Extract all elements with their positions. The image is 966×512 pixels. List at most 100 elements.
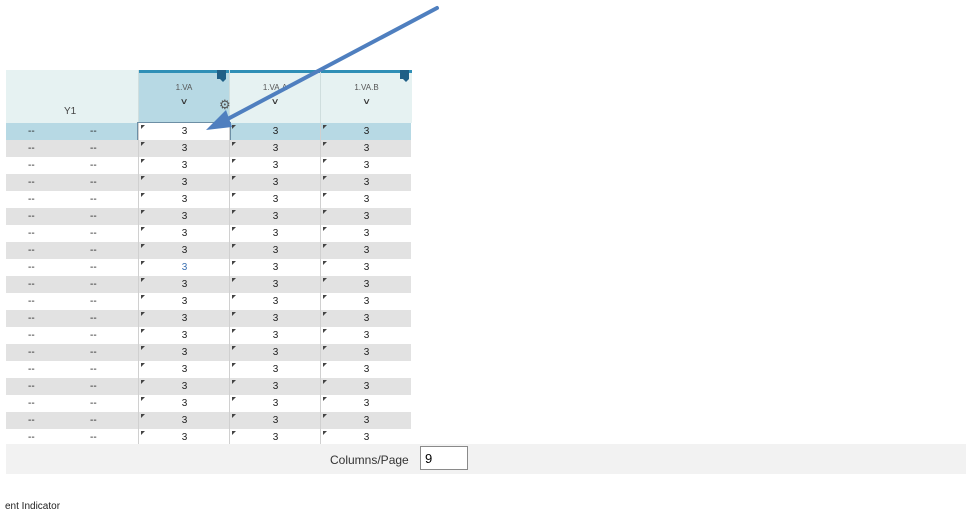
cell-corner-icon bbox=[232, 142, 236, 146]
grid-cell[interactable]: 3 bbox=[138, 225, 230, 242]
grid-cell[interactable]: 3 bbox=[138, 276, 230, 293]
table-row: -- -- 3 3 3 bbox=[6, 140, 411, 157]
grid-cell[interactable]: 3 bbox=[138, 344, 230, 361]
cell-corner-icon bbox=[141, 176, 145, 180]
cell-value: 3 bbox=[181, 381, 188, 392]
grid-cell[interactable]: 3 bbox=[320, 293, 412, 310]
row-dim-2: -- bbox=[90, 330, 97, 341]
grid-cell[interactable]: 3 bbox=[138, 191, 230, 208]
grid-cell[interactable]: 3 bbox=[320, 378, 412, 395]
grid-cell[interactable]: 3 bbox=[229, 395, 321, 412]
grid-cell[interactable]: 3 bbox=[229, 225, 321, 242]
cell-corner-icon bbox=[141, 193, 145, 197]
cell-corner-icon bbox=[232, 329, 236, 333]
grid-cell[interactable]: 3 bbox=[229, 310, 321, 327]
grid-cell[interactable]: 3 bbox=[320, 259, 412, 276]
cell-corner-icon bbox=[232, 397, 236, 401]
chevron-down-icon[interactable]: ∨ bbox=[139, 96, 229, 106]
grid-cell[interactable]: 3 bbox=[229, 174, 321, 191]
cell-corner-icon bbox=[141, 380, 145, 384]
flag-icon[interactable] bbox=[217, 70, 226, 82]
grid-cell[interactable]: 3 bbox=[138, 327, 230, 344]
table-row: -- -- 3 3 3 bbox=[6, 208, 411, 225]
row-dim-2: -- bbox=[90, 177, 97, 188]
grid-cell[interactable]: 3 bbox=[320, 276, 412, 293]
grid-cell[interactable]: 3 bbox=[229, 378, 321, 395]
cell-value: 3 bbox=[181, 262, 188, 273]
grid-cell[interactable]: 3 bbox=[320, 310, 412, 327]
flag-icon[interactable] bbox=[400, 70, 409, 82]
row-dim-2: -- bbox=[90, 415, 97, 426]
grid-cell[interactable]: 3 bbox=[138, 412, 230, 429]
grid-cell[interactable]: 3 bbox=[320, 242, 412, 259]
grid-cell[interactable]: 3 bbox=[138, 174, 230, 191]
cell-value: 3 bbox=[181, 364, 188, 375]
grid-cell[interactable]: 3 bbox=[229, 361, 321, 378]
grid-cell[interactable]: 3 bbox=[138, 208, 230, 225]
grid-cell[interactable]: 3 bbox=[138, 157, 230, 174]
cell-corner-icon bbox=[323, 346, 327, 350]
grid-cell[interactable]: 3 bbox=[229, 276, 321, 293]
grid-cell[interactable]: 3 bbox=[229, 208, 321, 225]
column-header-1-va-b[interactable]: 1.VA.B ∨ bbox=[320, 70, 412, 123]
cell-value: 3 bbox=[181, 347, 188, 358]
grid-cell[interactable]: 3 bbox=[320, 174, 412, 191]
grid-cell[interactable]: 3 bbox=[320, 225, 412, 242]
grid-cell[interactable]: 3 bbox=[229, 140, 321, 157]
grid-cell[interactable]: 3 bbox=[229, 259, 321, 276]
grid-cell[interactable]: 3 bbox=[229, 157, 321, 174]
grid-cell[interactable]: 3 bbox=[229, 242, 321, 259]
table-row: -- -- 3 3 3 bbox=[6, 395, 411, 412]
column-header-1-va-a[interactable]: 1.VA.A ∨ bbox=[229, 70, 320, 123]
grid-cell[interactable]: 3 bbox=[138, 259, 230, 276]
table-row: -- -- 3 3 3 bbox=[6, 361, 411, 378]
grid-cell[interactable]: 3 bbox=[320, 412, 412, 429]
grid-cell[interactable]: 3 bbox=[138, 242, 230, 259]
grid-cell[interactable]: 3 bbox=[229, 344, 321, 361]
row-dim-1: -- bbox=[28, 415, 35, 426]
grid-cell[interactable]: 3 bbox=[320, 140, 412, 157]
grid-cell[interactable]: 3 bbox=[229, 327, 321, 344]
grid-cell[interactable]: 3 bbox=[229, 412, 321, 429]
grid-cell[interactable]: 3 bbox=[320, 191, 412, 208]
grid-cell[interactable]: 3 bbox=[138, 395, 230, 412]
column-name: 1.VA bbox=[175, 83, 193, 92]
grid-cell[interactable]: 3 bbox=[229, 123, 321, 140]
cell-value: 3 bbox=[272, 211, 279, 222]
grid-cell[interactable]: 3 bbox=[229, 191, 321, 208]
grid-cell[interactable]: 3 bbox=[320, 327, 412, 344]
grid-cell[interactable]: 3 bbox=[138, 361, 230, 378]
grid-cell[interactable]: 3 bbox=[138, 378, 230, 395]
grid-header: Y1 1.VA ∨ 1.VA.A ∨ 1.VA.B ∨ ⚙ bbox=[6, 70, 412, 123]
table-row: -- -- 3 3 3 bbox=[6, 293, 411, 310]
grid-cell[interactable]: 3 bbox=[138, 140, 230, 157]
row-dim-2: -- bbox=[90, 364, 97, 375]
grid-cell[interactable]: 3 bbox=[138, 310, 230, 327]
cell-value: 3 bbox=[272, 296, 279, 307]
chevron-down-icon[interactable]: ∨ bbox=[230, 96, 320, 106]
grid-cell[interactable]: 3 bbox=[320, 123, 412, 140]
row-dim-1: -- bbox=[28, 347, 35, 358]
cell-value: 3 bbox=[181, 245, 188, 256]
cell-corner-icon bbox=[141, 142, 145, 146]
grid-cell[interactable]: 3 bbox=[320, 361, 412, 378]
columns-per-page-input[interactable] bbox=[420, 446, 468, 470]
cell-value: 3 bbox=[272, 126, 279, 137]
column-header-1-va[interactable]: 1.VA ∨ bbox=[138, 70, 229, 123]
grid-cell[interactable]: 3 bbox=[320, 208, 412, 225]
grid-cell[interactable]: 3 bbox=[320, 157, 412, 174]
cell-corner-icon bbox=[141, 414, 145, 418]
cell-corner-icon bbox=[323, 397, 327, 401]
cell-corner-icon bbox=[232, 261, 236, 265]
grid-cell[interactable]: 3 bbox=[320, 344, 412, 361]
cell-corner-icon bbox=[323, 329, 327, 333]
cell-value: 3 bbox=[363, 262, 370, 273]
cell-corner-icon bbox=[323, 312, 327, 316]
gear-icon[interactable]: ⚙ bbox=[219, 97, 231, 113]
grid-cell[interactable]: 3 bbox=[229, 293, 321, 310]
grid-cell[interactable]: 3 bbox=[138, 293, 230, 310]
cell-value: 3 bbox=[363, 279, 370, 290]
grid-cell[interactable]: 3 bbox=[320, 395, 412, 412]
grid-cell[interactable]: 3 bbox=[137, 122, 231, 141]
chevron-down-icon[interactable]: ∨ bbox=[321, 96, 412, 106]
